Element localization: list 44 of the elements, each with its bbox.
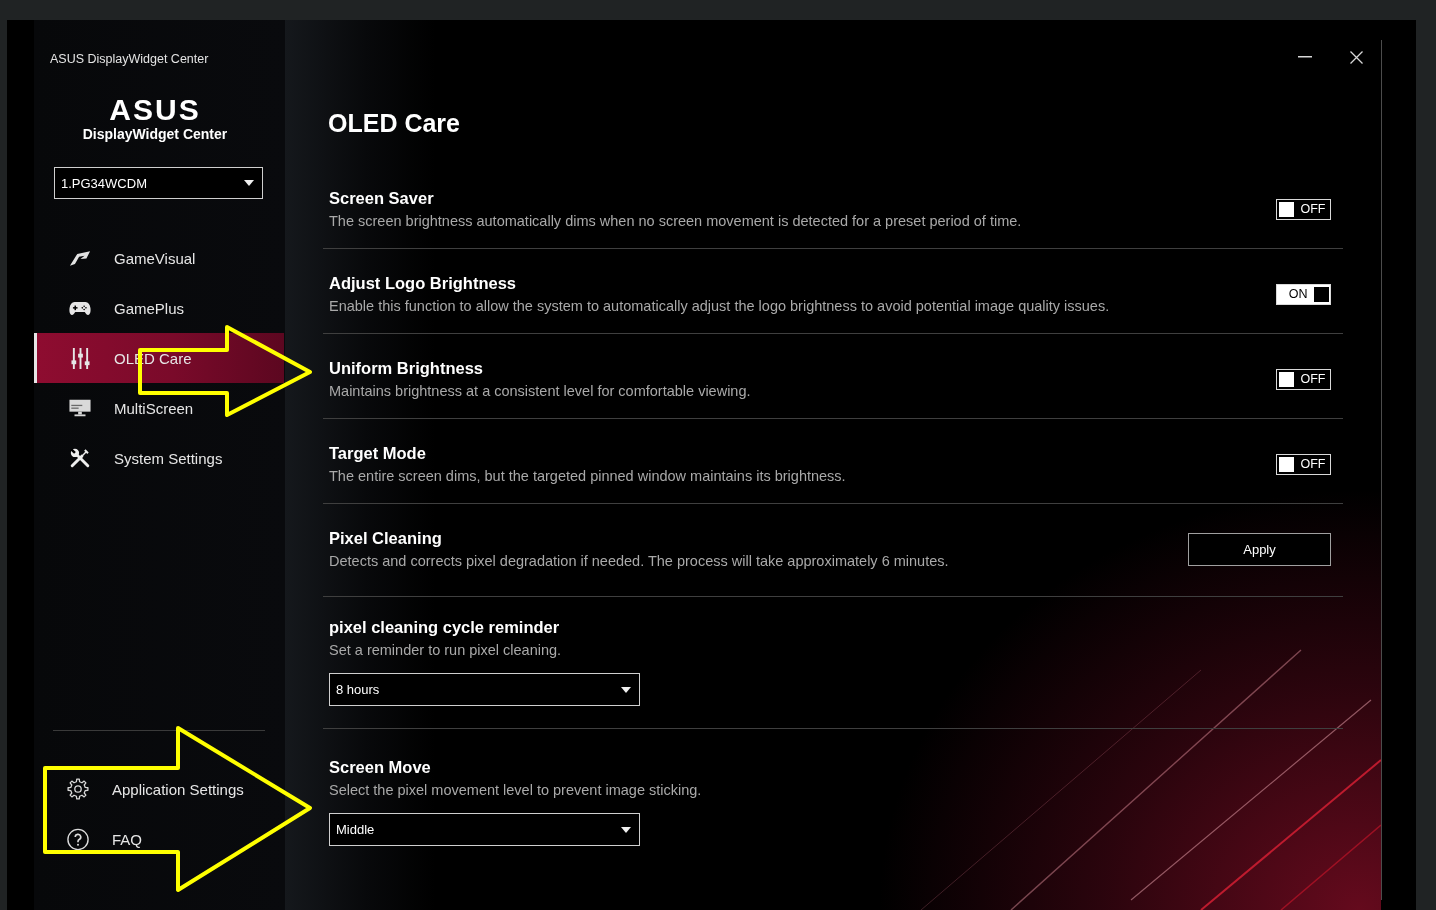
toggle-switch[interactable]: OFF — [1276, 453, 1331, 475]
toggle-switch[interactable]: OFF — [1276, 198, 1331, 220]
product-name: DisplayWidget Center — [82, 125, 228, 143]
tools-icon — [69, 447, 91, 469]
setting-title: Adjust Logo Brightness — [329, 273, 516, 294]
caret-icon — [621, 686, 631, 693]
sidebar-item[interactable]: MultiScreen — [34, 383, 284, 433]
sidebar-item[interactable]: System Settings — [34, 433, 284, 483]
caret-icon — [244, 180, 254, 186]
toggle-switch[interactable]: ON — [1276, 283, 1331, 305]
setting-title: Target Mode — [329, 443, 426, 464]
sidebar-item[interactable]: Application Settings — [34, 764, 284, 814]
sliders-icon — [70, 347, 90, 369]
brand-logo: ASUS — [109, 95, 201, 125]
setting-description: Maintains brightness at a consistent level for comfortable viewing. — [329, 382, 751, 401]
setting-description: Select the pixel movement level to prevent image sticking. — [329, 781, 702, 800]
setting-description: Detects and corrects pixel degradation if needed. The process will take approximately 6 minutes. — [329, 552, 949, 571]
setting-description: The entire screen dims, but the targeted pinned window maintains its brightness. — [329, 467, 846, 486]
page-title: OLED Care — [328, 108, 460, 138]
sidebar-item[interactable]: GameVisual — [34, 233, 284, 283]
setting-title: pixel cleaning cycle reminder — [329, 617, 560, 638]
sidebar-item[interactable]: GamePlus — [34, 283, 284, 333]
dropdown[interactable]: Middle — [329, 813, 640, 846]
monitor-dropdown[interactable]: 1.PG34WCDM — [54, 167, 263, 199]
setting-description: Set a reminder to run pixel cleaning. — [329, 641, 562, 660]
monitor-icon — [69, 399, 91, 417]
setting-title: Screen Move — [329, 757, 431, 778]
help-icon — [67, 827, 89, 851]
setting-title: Screen Saver — [329, 188, 434, 209]
dropdown[interactable]: 8 hours — [329, 673, 640, 706]
setting-title: Uniform Brightness — [329, 358, 483, 379]
setting-description: Enable this function to allow the system to automatically adjust the logo brightness to avoid potential image quality issues. — [329, 297, 1110, 316]
sidebar-item[interactable]: FAQ — [34, 814, 284, 864]
caret-icon — [621, 826, 631, 833]
setting-description: The screen brightness automatically dims when no screen movement is detected for a preset period of time. — [329, 212, 1022, 231]
window-title: ASUS DisplayWidget Center — [50, 52, 209, 66]
slanted-shape-icon — [69, 249, 91, 267]
apply-button[interactable]: Apply — [1188, 532, 1331, 566]
toggle-switch[interactable]: OFF — [1276, 368, 1331, 390]
settings-icon — [67, 778, 89, 800]
setting-title: Pixel Cleaning — [329, 528, 442, 549]
close-icon — [1349, 50, 1363, 64]
gamepad-icon — [69, 300, 91, 316]
minimize-icon — [1298, 56, 1312, 58]
